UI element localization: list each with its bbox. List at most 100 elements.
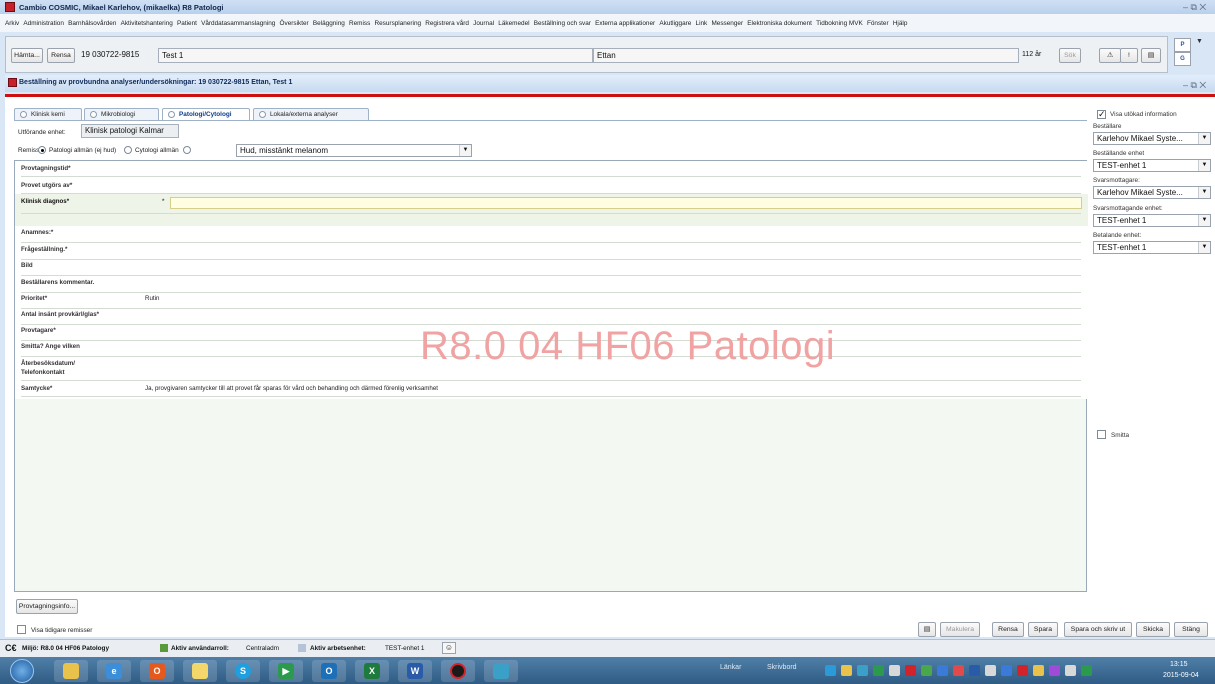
radio-patologi[interactable] xyxy=(38,146,46,154)
klinisk-diagnos-input[interactable] xyxy=(170,197,1082,209)
menu-item[interactable]: Hjälp xyxy=(893,20,908,27)
field-row-prioritet[interactable]: Prioritet* Rutin xyxy=(21,295,1081,309)
cosmic-taskbar-icon[interactable] xyxy=(441,660,475,682)
menu-item[interactable]: Översikter xyxy=(280,20,309,27)
rensa-button[interactable]: Rensa xyxy=(992,622,1024,637)
window-controls[interactable]: – ⧉ ✕ xyxy=(1183,2,1206,13)
provtagningsinfo-button[interactable]: Provtagningsinfo... xyxy=(16,599,78,614)
field-row-bild[interactable]: Bild xyxy=(21,262,1081,276)
field-row-fragestallning[interactable]: Frågeställning.* xyxy=(21,246,1081,260)
spara-button[interactable]: Spara xyxy=(1028,622,1058,637)
window-taskbar-icon[interactable] xyxy=(484,660,518,682)
menu-item[interactable]: Arkiv xyxy=(5,20,19,27)
chevron-down-icon[interactable]: ▼ xyxy=(1196,38,1203,45)
alert-icon[interactable]: ! xyxy=(1120,48,1138,63)
menu-item[interactable]: Patient xyxy=(177,20,197,27)
order-window-controls[interactable]: – ⧉ ✕ xyxy=(1183,80,1206,91)
journal-icon[interactable]: ▤ xyxy=(1141,48,1161,63)
list-icon[interactable]: ▤ xyxy=(918,622,936,637)
tray-icon[interactable] xyxy=(905,665,916,676)
tray-icon[interactable] xyxy=(1065,665,1076,676)
tray-icon[interactable] xyxy=(1001,665,1012,676)
tray-icon[interactable] xyxy=(985,665,996,676)
tray-icon[interactable] xyxy=(937,665,948,676)
search-button[interactable]: Sök xyxy=(1059,48,1081,63)
menu-item[interactable]: Akutliggare xyxy=(659,20,691,27)
tray-icon[interactable] xyxy=(841,665,852,676)
menu-item[interactable]: Läkemedel xyxy=(498,20,529,27)
field-row-anamnes[interactable]: Anamnes:* xyxy=(21,229,1081,243)
g-button[interactable]: G xyxy=(1174,52,1191,66)
explorer-taskbar-icon[interactable] xyxy=(54,660,88,682)
radio-hud[interactable] xyxy=(183,146,191,154)
clear-patient-button[interactable]: Rensa xyxy=(47,48,75,63)
skicka-button[interactable]: Skicka xyxy=(1136,622,1170,637)
tray-icon[interactable] xyxy=(1081,665,1092,676)
start-button-icon[interactable] xyxy=(10,659,34,683)
fetch-patient-button[interactable]: Hämta... xyxy=(11,48,43,63)
tray-icon[interactable] xyxy=(873,665,884,676)
person-icon[interactable]: ☺ xyxy=(442,642,456,654)
field-row-antal[interactable]: Antal insänt provkärl/glas* xyxy=(21,311,1081,325)
menu-item[interactable]: Fönster xyxy=(867,20,889,27)
files-taskbar-icon[interactable] xyxy=(183,660,217,682)
tab-mikrobiologi[interactable]: Mikrobiologi xyxy=(84,108,159,120)
remiss-type-dropdown[interactable]: Hud, misstänkt melanom ▼ xyxy=(236,144,472,157)
field-row-provet[interactable]: Provet utgörs av* xyxy=(21,182,1081,194)
stang-button[interactable]: Stäng xyxy=(1174,622,1208,637)
menu-item[interactable]: Administration xyxy=(23,20,64,27)
menu-item[interactable]: Link xyxy=(696,20,708,27)
unit-field[interactable]: Klinisk patologi Kalmar xyxy=(81,124,179,138)
menu-item[interactable]: Tidbokning MVK xyxy=(816,20,863,27)
tab-patologi-cytologi[interactable]: Patologi/Cytologi xyxy=(162,108,250,120)
smitta-checkbox[interactable] xyxy=(1097,430,1106,439)
warning-icon[interactable]: ⚠ xyxy=(1099,48,1121,63)
svarsmottagare-dropdown[interactable]: Karlehov Mikael Syste... ▼ xyxy=(1093,186,1211,199)
excel-taskbar-icon[interactable]: X xyxy=(355,660,389,682)
betalande-dropdown[interactable]: TEST-enhet 1 ▼ xyxy=(1093,241,1211,254)
menu-item[interactable]: Messenger xyxy=(711,20,743,27)
ie-taskbar-icon[interactable]: e xyxy=(97,660,131,682)
show-previous-checkbox[interactable] xyxy=(17,625,26,634)
tray-icon[interactable] xyxy=(1033,665,1044,676)
bestallare-dropdown[interactable]: Karlehov Mikael Syste... ▼ xyxy=(1093,132,1211,145)
system-tray-icons[interactable] xyxy=(825,665,1145,676)
tray-icon[interactable] xyxy=(1017,665,1028,676)
tray-icon[interactable] xyxy=(953,665,964,676)
links-toolbar[interactable]: Länkar xyxy=(720,664,741,671)
menu-item[interactable]: Beställning och svar xyxy=(534,20,591,27)
field-row-samtycke[interactable]: Samtycke* Ja, provgivaren samtycker till … xyxy=(21,385,1081,397)
menu-item[interactable]: Remiss xyxy=(349,20,370,27)
menu-item[interactable]: Beläggning xyxy=(313,20,345,27)
tray-icon[interactable] xyxy=(825,665,836,676)
word-taskbar-icon[interactable]: W xyxy=(398,660,432,682)
field-row-kommentar[interactable]: Beställarens kommentar. xyxy=(21,279,1081,293)
p-button[interactable]: P xyxy=(1174,38,1191,52)
tray-icon[interactable] xyxy=(889,665,900,676)
skype-taskbar-icon[interactable]: S xyxy=(226,660,260,682)
makulera-button[interactable]: Makulera xyxy=(940,622,980,637)
svarsmott-enhet-dropdown[interactable]: TEST-enhet 1 ▼ xyxy=(1093,214,1211,227)
tab-lokala-externa[interactable]: Lokala/externa analyser xyxy=(253,108,369,120)
menu-item[interactable]: Resursplanering xyxy=(375,20,422,27)
menu-item[interactable]: Journal xyxy=(473,20,494,27)
office-taskbar-icon[interactable]: O xyxy=(140,660,174,682)
arrow-app-taskbar-icon[interactable]: ▶ xyxy=(269,660,303,682)
patient-lastname-field[interactable]: Ettan xyxy=(593,48,1019,63)
tray-icon[interactable] xyxy=(857,665,868,676)
extended-info-checkbox[interactable] xyxy=(1097,109,1106,120)
desktop-toolbar[interactable]: Skrivbord xyxy=(767,664,797,671)
menu-item[interactable]: Barnhälsovården xyxy=(68,20,116,27)
best-enhet-dropdown[interactable]: TEST-enhet 1 ▼ xyxy=(1093,159,1211,172)
spara-skriv-ut-button[interactable]: Spara och skriv ut xyxy=(1064,622,1132,637)
menu-item[interactable]: Registrera vård xyxy=(425,20,469,27)
patient-firstname-field[interactable]: Test 1 xyxy=(158,48,593,63)
tray-icon[interactable] xyxy=(1049,665,1060,676)
field-row-provtagningstid[interactable]: Provtagningstid* xyxy=(21,165,1081,177)
patient-id-field[interactable]: 19 030722-9815 xyxy=(78,48,158,63)
menu-item[interactable]: Elektroniska dokument xyxy=(747,20,812,27)
menu-item[interactable]: Vårddatasammanslagning xyxy=(201,20,275,27)
outlook-taskbar-icon[interactable]: O xyxy=(312,660,346,682)
radio-cytologi[interactable] xyxy=(124,146,132,154)
tray-icon[interactable] xyxy=(921,665,932,676)
